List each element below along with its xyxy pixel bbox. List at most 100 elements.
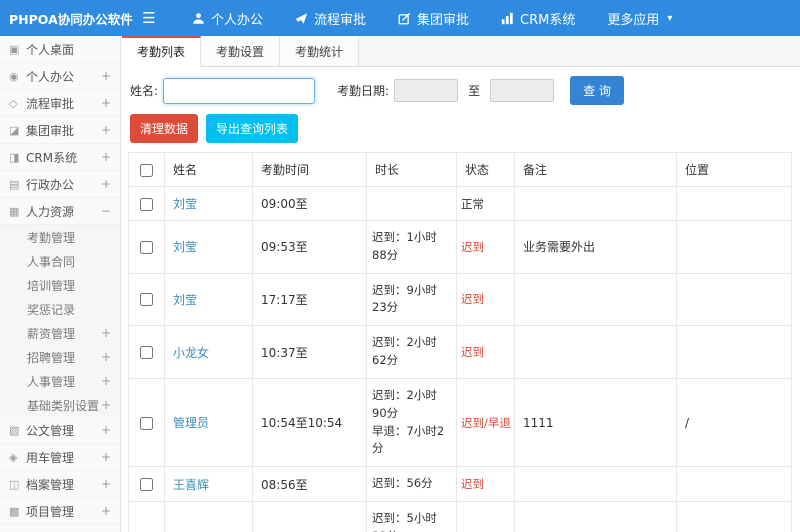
top-nav-item[interactable]: 集团审批 <box>382 0 485 36</box>
tab-item[interactable]: 考勤统计 <box>280 36 360 66</box>
sidebar-item[interactable]: ▩ 项目管理 + <box>0 498 120 525</box>
select-all-checkbox[interactable] <box>140 163 153 177</box>
row-checkbox[interactable] <box>140 478 153 492</box>
sidebar-item[interactable]: ◪ 集团审批 + <box>0 117 120 144</box>
attendance-time-cell: 13:20至13:20 <box>252 500 367 532</box>
sidebar-item[interactable]: ◇ 流程审批 + <box>0 90 120 117</box>
app-logo[interactable]: PHPOA协同办公软件 <box>0 9 133 28</box>
tab-item[interactable]: 考勤设置 <box>201 36 281 66</box>
sidebar-item[interactable]: ▦ 人力资源 − <box>0 198 120 225</box>
sidebar-item[interactable]: ◉ 个人办公 + <box>0 63 120 90</box>
sidebar-subitem[interactable]: 基础类别设置 + <box>0 393 120 417</box>
sidebar-subitem[interactable]: 奖惩记录 <box>0 297 120 321</box>
crm-icon: ◨ <box>9 150 20 164</box>
employee-name-link[interactable]: 刘莹 <box>173 240 197 254</box>
caret-down-icon: ▾ <box>667 12 673 24</box>
date-filter-group: 考勤日期: 至 <box>337 79 555 102</box>
sidebar-item-label: 行政办公 <box>26 177 75 192</box>
top-nav-label: CRM系统 <box>520 12 576 28</box>
row-checkbox[interactable] <box>140 197 153 211</box>
attendance-time-cell: 09:00至 <box>252 186 367 221</box>
top-nav-label: 集团审批 <box>417 12 470 28</box>
chart-icon <box>501 12 514 25</box>
select-all-header-cell <box>128 152 165 187</box>
duration-cell <box>366 186 457 221</box>
sidebar-subitem[interactable]: 考勤管理 <box>0 225 120 249</box>
duration-cell: 迟到：2小时90分 早退：7小时2分 <box>366 377 457 468</box>
status-cell: 迟到 <box>456 272 515 327</box>
top-nav-item[interactable]: CRM系统 <box>485 0 591 36</box>
plus-icon: + <box>100 450 111 464</box>
employee-name-link[interactable]: 小龙女 <box>173 346 209 360</box>
sidebar-subitem[interactable]: 培训管理 <box>0 273 120 297</box>
plus-icon: + <box>100 123 111 137</box>
row-checkbox[interactable] <box>140 240 153 254</box>
row-checkbox[interactable] <box>140 416 153 430</box>
location-cell <box>676 325 792 379</box>
tab-bar: 考勤列表 考勤设置 考勤统计 <box>122 36 800 67</box>
sidebar-item[interactable]: ◨ CRM系统 + <box>0 144 120 171</box>
sidebar-item-label: 档案管理 <box>26 477 75 492</box>
tab-item[interactable]: 考勤列表 <box>122 36 202 67</box>
note-cell: 1111 <box>514 377 677 468</box>
car-icon: ◈ <box>9 450 18 464</box>
clear-data-button[interactable]: 清理数据 <box>130 114 199 143</box>
archive-icon: ◫ <box>9 477 20 491</box>
row-checkbox[interactable] <box>140 293 153 307</box>
sidebar-subitem[interactable]: 薪资管理 + <box>0 321 120 345</box>
top-nav-label: 个人办公 <box>211 12 264 28</box>
top-nav-item[interactable]: 个人办公 <box>176 0 279 36</box>
attendance-time-cell: 08:56至 <box>252 466 367 502</box>
date-from-input[interactable] <box>394 79 459 102</box>
sidebar-item[interactable]: ▤ 行政办公 + <box>0 171 120 198</box>
action-bar: 清理数据 导出查询列表 <box>122 112 800 152</box>
plus-icon: + <box>100 374 111 388</box>
sidebar-item[interactable]: ◈ 用车管理 + <box>0 444 120 471</box>
location-cell <box>676 186 792 221</box>
sidebar-item-label: 人事合同 <box>27 254 76 269</box>
top-nav-label: 更多应用 <box>607 12 660 28</box>
sidebar-item[interactable]: ▧ 公文管理 + <box>0 417 120 444</box>
location-cell <box>676 220 792 274</box>
search-button[interactable]: 查 询 <box>570 76 624 105</box>
employee-name-link[interactable]: 管理员 <box>173 416 209 430</box>
duration-cell: 迟到：1小时88分 <box>366 220 457 274</box>
desktop-icon: ▣ <box>9 42 20 56</box>
table-row: 王喜辉 08:56至 迟到：56分 迟到 <box>128 466 792 502</box>
menu-toggle-icon[interactable]: ☰ <box>128 9 170 27</box>
minus-icon: − <box>100 204 111 218</box>
date-to-input[interactable] <box>490 79 555 102</box>
sidebar-item-label: 集团审批 <box>26 123 75 138</box>
note-cell <box>514 325 677 379</box>
employee-name-link[interactable]: 刘莹 <box>173 293 197 307</box>
column-header: 状态 <box>456 152 515 187</box>
top-nav-item[interactable]: 更多应用 ▾ <box>591 0 688 36</box>
employee-name-link[interactable]: 王喜辉 <box>173 478 209 492</box>
plus-icon: + <box>100 177 111 191</box>
sidebar-subitem[interactable]: 招聘管理 + <box>0 345 120 369</box>
status-cell: 迟到/早退 <box>456 377 515 468</box>
main-content: 考勤列表 考勤设置 考勤统计 姓名: 考勤日期: 至 查 询 清理数据 导出查询列表… <box>122 36 800 532</box>
export-list-button[interactable]: 导出查询列表 <box>206 114 299 143</box>
sidebar-subitem[interactable]: 人事合同 <box>0 249 120 273</box>
table-row: 刘莹 17:17至 迟到：9小时23分 迟到 <box>128 272 792 327</box>
sidebar-item-label: 个人办公 <box>26 69 75 84</box>
name-filter-label: 姓名: <box>130 84 159 98</box>
note-cell <box>514 272 677 327</box>
sidebar-item[interactable]: ◫ 档案管理 + <box>0 471 120 498</box>
plus-icon: + <box>100 150 111 164</box>
duration-cell: 迟到：56分 <box>366 466 457 502</box>
status-cell: 迟到 <box>456 325 515 379</box>
row-checkbox[interactable] <box>140 346 153 360</box>
plus-icon: + <box>100 69 111 83</box>
top-nav-item[interactable]: 流程审批 <box>279 0 382 36</box>
approval-icon: ◪ <box>9 123 20 137</box>
topbar: PHPOA协同办公软件 ☰ 个人办公 流程审批 集团审批 CRM系统 更多应用 ▾ <box>0 0 800 36</box>
name-filter-input[interactable] <box>163 77 316 104</box>
sidebar-item[interactable]: ▣ 个人桌面 <box>0 36 120 63</box>
employee-name-link[interactable]: 刘莹 <box>173 197 197 211</box>
sidebar-item-label: 流程审批 <box>26 96 75 111</box>
sidebar-item-label: 项目管理 <box>26 504 75 519</box>
sidebar-subitem[interactable]: 人事管理 + <box>0 369 120 393</box>
plus-icon: + <box>100 350 111 364</box>
